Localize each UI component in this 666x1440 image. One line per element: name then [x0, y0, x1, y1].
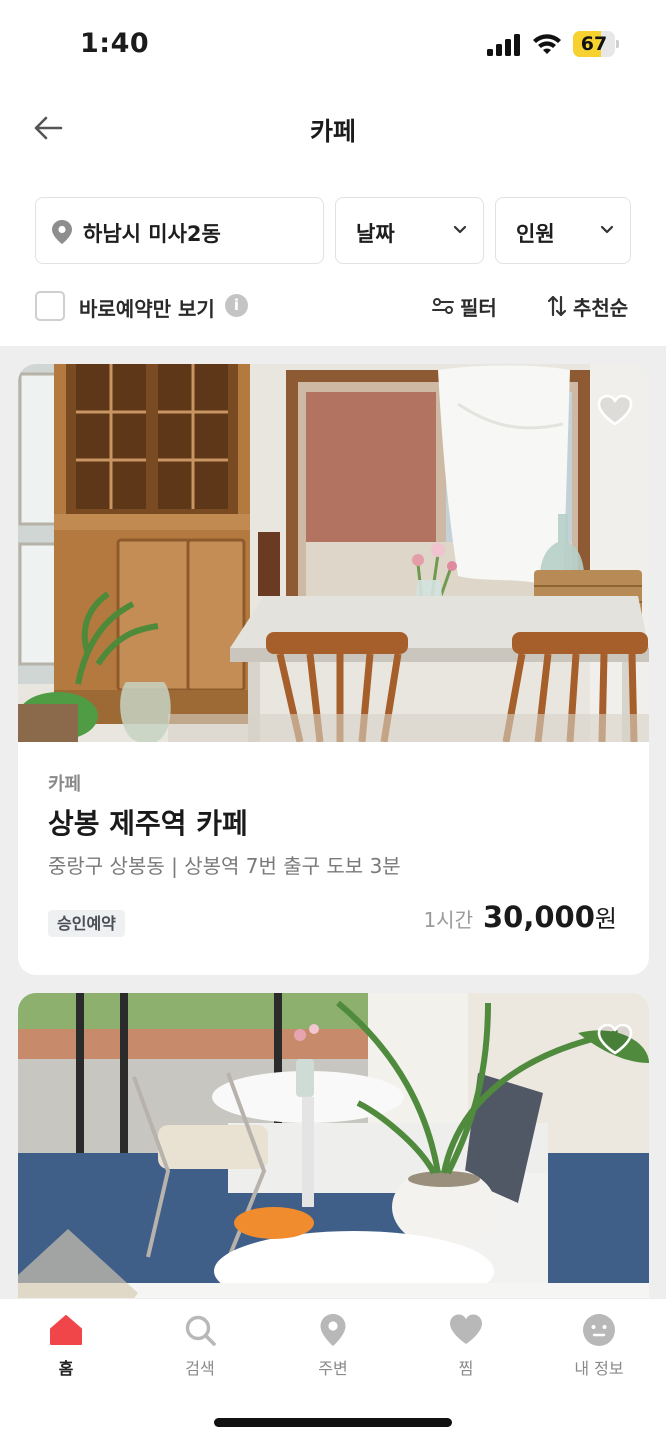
price-currency: 원: [594, 905, 617, 933]
people-selector[interactable]: 인원: [495, 197, 631, 264]
instant-booking-checkbox[interactable]: [35, 291, 65, 321]
sort-button[interactable]: 추천순: [547, 290, 628, 322]
page-title: 카페: [309, 117, 356, 146]
home-icon: [50, 1315, 82, 1345]
home-indicator: [214, 1418, 452, 1427]
nav-label-favorites: 찜: [458, 1359, 474, 1378]
nav-my-info[interactable]: 내 정보: [554, 1313, 644, 1383]
info-icon[interactable]: i: [225, 294, 248, 317]
battery-level: 67: [580, 33, 608, 55]
nav-label-nearby: 주변: [318, 1359, 348, 1378]
listing-photo: [18, 993, 649, 1298]
date-label: 날짜: [356, 222, 395, 246]
listing-list: 카페 상봉 제주역 카페 중랑구 상봉동 | 상봉역 7번 출구 도보 3분 승…: [0, 346, 666, 1298]
wifi-icon: [533, 34, 561, 54]
nav-label-my-info: 내 정보: [574, 1359, 624, 1378]
price-unit: 1시간: [423, 908, 473, 932]
instant-booking-label[interactable]: 바로예약만 보기: [79, 293, 215, 322]
heart-icon: [450, 1314, 482, 1344]
options-row: 바로예약만 보기 i 필터 추천순: [35, 288, 635, 324]
filter-label: 필터: [460, 295, 497, 320]
search-icon: [185, 1315, 216, 1346]
price-value: 30,000: [482, 900, 595, 934]
chevron-down-icon: [600, 225, 614, 234]
location-value: 하남시 미사2동: [83, 222, 221, 246]
people-label: 인원: [516, 222, 555, 246]
nav-home[interactable]: 홈: [21, 1313, 111, 1383]
nav-label-search: 검색: [185, 1359, 215, 1378]
listing-card[interactable]: 카페 상봉 제주역 카페 중랑구 상봉동 | 상봉역 7번 출구 도보 3분 승…: [18, 364, 649, 975]
location-selector[interactable]: 하남시 미사2동: [35, 197, 324, 264]
listing-card[interactable]: [18, 993, 649, 1298]
sort-label: 추천순: [573, 295, 629, 320]
heart-outline-icon[interactable]: [597, 394, 633, 426]
nav-label-home: 홈: [58, 1359, 74, 1378]
listing-photo: [18, 364, 649, 742]
nav-nearby[interactable]: 주변: [288, 1313, 378, 1383]
profile-face-icon: [583, 1314, 615, 1346]
heart-outline-icon[interactable]: [597, 1023, 633, 1055]
chevron-down-icon: [453, 225, 467, 234]
battery-icon: 67: [573, 31, 619, 57]
status-time: 1:40: [80, 28, 150, 59]
listing-category: 카페: [48, 774, 82, 795]
listing-title[interactable]: 상봉 제주역 카페: [48, 802, 248, 842]
sliders-icon: [432, 298, 454, 314]
listing-price: 1시간 30,000 원: [423, 899, 617, 934]
booking-type-badge: 승인예약: [48, 910, 125, 937]
location-pin-icon: [320, 1314, 346, 1346]
page-header: 카페: [0, 96, 666, 160]
cellular-signal-icon: [487, 34, 520, 56]
date-selector[interactable]: 날짜: [335, 197, 484, 264]
map-pin-icon: [52, 220, 72, 244]
nav-search[interactable]: 검색: [155, 1313, 245, 1383]
filter-button[interactable]: 필터: [432, 290, 497, 322]
sort-arrows-icon: [547, 295, 567, 317]
listing-address: 중랑구 상봉동 | 상봉역 7번 출구 도보 3분: [48, 854, 401, 878]
status-bar: 1:40 67: [0, 0, 666, 90]
nav-favorites[interactable]: 찜: [421, 1313, 511, 1383]
